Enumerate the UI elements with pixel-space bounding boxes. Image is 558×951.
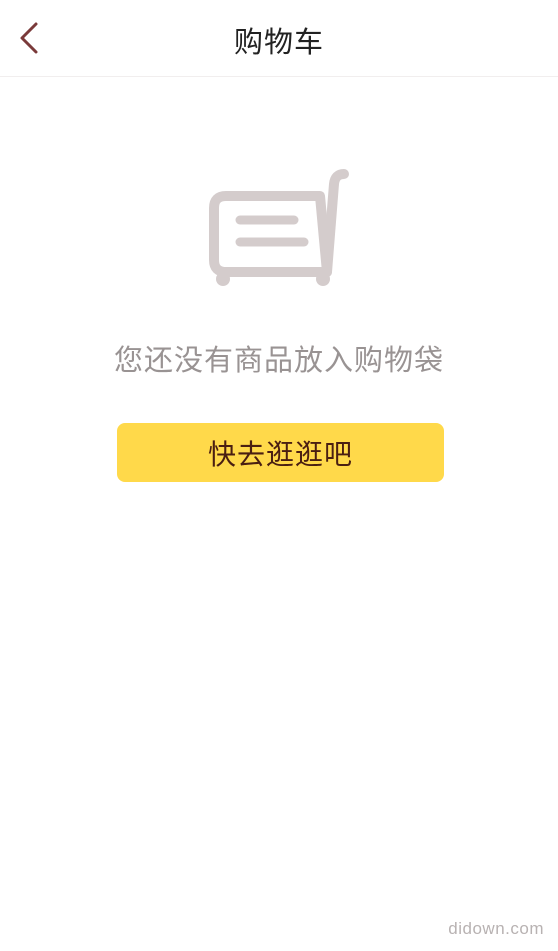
- empty-cart-message: 您还没有商品放入购物袋: [113, 343, 444, 377]
- page-title: 购物车: [233, 25, 324, 59]
- navigation-bar: 购物车: [0, 0, 558, 77]
- shopping-cart-icon: [206, 166, 356, 292]
- watermark: didown.com: [448, 919, 544, 938]
- go-shopping-button[interactable]: 快去逛逛吧: [117, 423, 444, 482]
- go-shopping-label: 快去逛逛吧: [207, 437, 353, 471]
- cart-page: 购物车 您还没有商品放入购物袋 快去逛逛吧 didown.com: [0, 0, 558, 951]
